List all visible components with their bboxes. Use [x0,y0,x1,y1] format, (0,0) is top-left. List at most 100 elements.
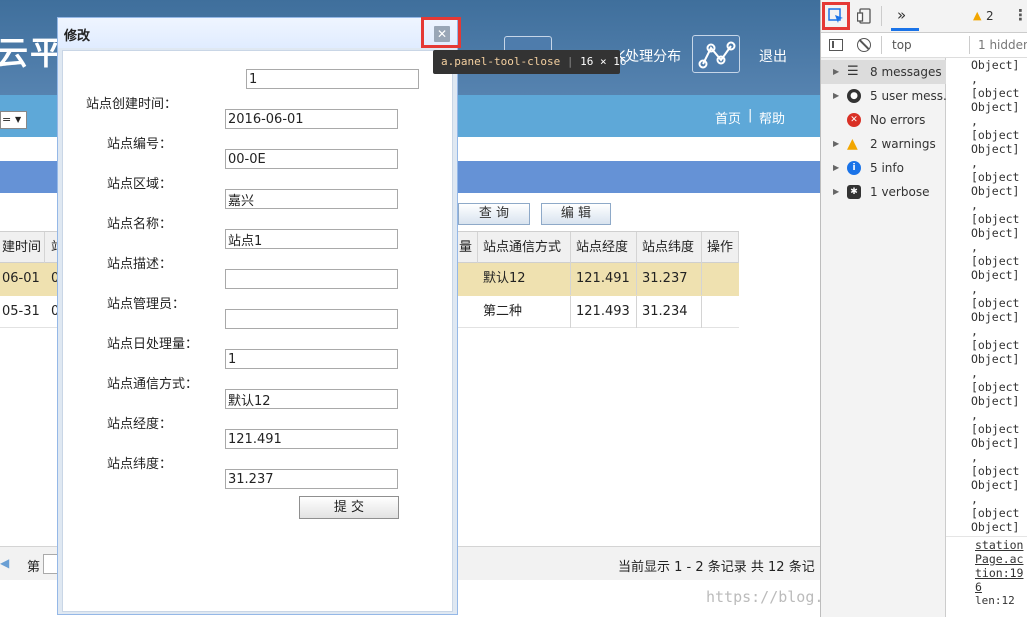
latitude-field[interactable] [225,469,398,489]
sidebar-item-messages[interactable]: ▶ ☰ 8 messages [821,60,946,84]
console-line: , [971,114,978,128]
source-link[interactable]: stationPage.action:196 [975,538,1027,594]
console-output: Object], [object Object], [object Object], [o… [971,58,1027,538]
station-name-field[interactable] [225,229,398,249]
table-row[interactable]: 05-31 0 [0,296,60,328]
sidebar-item-user-messages[interactable]: ▶ ● 5 user mess... [821,84,946,108]
comm-mode-label: 站点通信方式： [107,377,199,392]
console-line: [object [971,254,1020,268]
column-header-ops[interactable]: 操作 [702,232,739,264]
page-label: 第 [27,560,41,575]
chevron-down-icon: ▼ [15,115,22,124]
warnings-badge[interactable]: 2 [986,9,994,23]
dialog-title: 修改 [64,29,91,44]
station-code-field[interactable] [225,149,398,169]
expand-icon: ▶ [833,67,840,76]
comm-mode-field[interactable] [225,389,398,409]
network-nav-button[interactable] [692,35,740,73]
console-line: [object [971,464,1020,478]
console-line: , [971,366,978,380]
id-field[interactable] [246,69,419,89]
subnav-separator: | [748,108,753,123]
console-line: Object] [971,352,1020,366]
hidden-count[interactable]: 1 hidden [978,38,1027,52]
logout-link[interactable]: 退出 [759,46,787,66]
device-toolbar-icon[interactable] [856,8,871,24]
home-link[interactable]: 首页 [715,108,741,127]
console-line: Object] [971,226,1020,240]
station-area-field[interactable] [225,189,398,209]
station-admin-label: 站点管理员： [107,297,186,312]
inspect-element-icon[interactable] [828,8,844,24]
expand-icon: ▶ [833,163,840,172]
table-row[interactable]: 第二种 121.493 31.234 [456,296,739,328]
station-desc-label: 站点描述： [107,257,173,272]
sidebar-item-info[interactable]: ▶ i 5 info [821,156,946,180]
sidebar-item-verbose[interactable]: ▶ ✱ 1 verbose [821,180,946,204]
console-line: , [971,72,978,86]
console-line: , [971,240,978,254]
len-readout: len:12 [975,594,1015,607]
longitude-label: 站点经度： [107,417,173,432]
clear-console-icon[interactable] [857,38,871,52]
context-selector[interactable]: top [892,38,912,52]
devtools-panel: » ▲ 2 ⋮ top 1 hidden ▶ ☰ 8 messages ▶ ● … [820,0,1027,617]
created-time-label: 站点创建时间： [86,97,178,112]
sidebar-item-errors[interactable]: ✕ No errors [821,108,946,132]
edit-button[interactable]: 编 辑 [541,203,611,225]
bug-icon: ✱ [847,185,861,199]
station-name-label: 站点名称： [107,217,173,232]
table-row[interactable]: 06-01 0 [0,263,60,296]
column-header-comm[interactable]: 站点通信方式 [478,232,571,264]
page-number-input[interactable] [43,554,58,574]
console-line: Object] [971,268,1020,282]
more-tabs-button[interactable]: » [897,6,906,24]
sidebar-toggle-icon[interactable] [829,39,843,51]
column-header[interactable]: 建时间 [0,232,45,264]
station-area-label: 站点区域： [107,177,173,192]
table-row[interactable]: 默认12 121.491 31.237 [456,263,739,296]
station-desc-field[interactable] [225,269,398,289]
kebab-menu-icon[interactable]: ⋮ [1013,6,1027,24]
column-header-lat[interactable]: 站点纬度 [637,232,702,264]
query-button[interactable]: 查 询 [458,203,530,225]
inspect-tooltip: a.panel-tool-close | 16 × 16 [433,50,626,74]
latitude-label: 站点纬度： [107,457,173,472]
longitude-field[interactable] [225,429,398,449]
filter-dropdown[interactable]: = ▼ [0,111,27,129]
daily-volume-field[interactable] [225,349,398,369]
console-line: , [971,156,978,170]
console-line: [object [971,128,1020,142]
expand-icon: ▶ [833,139,840,148]
station-admin-field[interactable] [225,309,398,329]
console-toolbar: top 1 hidden [821,33,1027,58]
devtools-toolbar: » ▲ 2 ⋮ [821,0,1027,33]
expand-icon: ▶ [833,187,840,196]
watermark: https://blog.csdn.net/zrgood125 [706,588,820,606]
console-line: [object [971,170,1020,184]
console-line: , [971,282,978,296]
warning-icon[interactable]: ▲ [973,9,981,22]
console-line: , [971,198,978,212]
sidebar-item-warnings[interactable]: ▶ ▲ 2 warnings [821,132,946,156]
console-line: [object [971,506,1020,520]
console-line: [object [971,212,1020,226]
help-link[interactable]: 帮助 [759,108,785,127]
created-time-field[interactable] [225,109,398,129]
console-line: Object] [971,184,1020,198]
column-header-lng[interactable]: 站点经度 [571,232,637,264]
warning-icon: ▲ [847,136,858,152]
dialog-header[interactable]: 修改 ✕ [58,18,457,48]
console-line: Object] [971,310,1020,324]
inspect-highlight [421,17,461,48]
network-icon [698,41,736,69]
console-line: Object] [971,478,1020,492]
prev-page-icon[interactable]: ◀ [0,556,9,570]
daily-volume-label: 站点日处理量： [107,337,199,352]
console-line: Object] [971,394,1020,408]
submit-button[interactable]: 提 交 [299,496,399,519]
console-line: Object] [971,436,1020,450]
dialog-form: 站点创建时间： 站点编号： 站点区域： 站点名称： 站点描述： 站点管理员： 站… [62,50,453,612]
console-line: , [971,408,978,422]
grid-header-right: 量 站点通信方式 站点经度 站点纬度 操作 [456,231,739,264]
